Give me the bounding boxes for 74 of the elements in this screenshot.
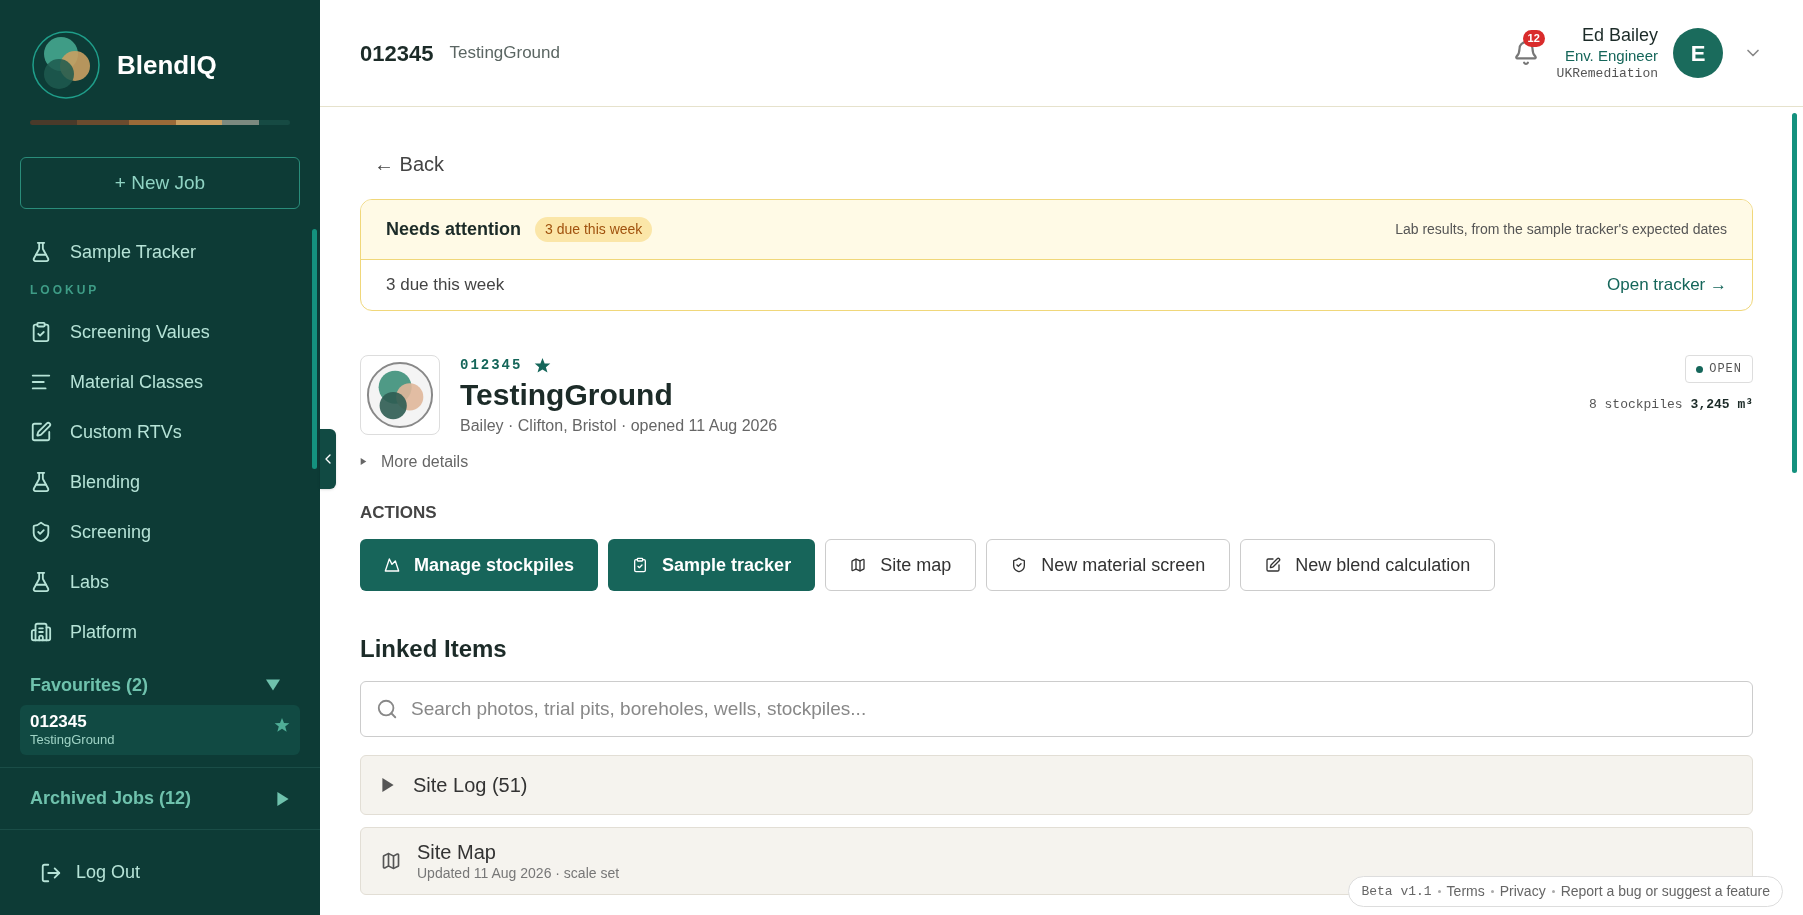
search-field[interactable]: Search photos, trial pits, boreholes, wells, stockpiles...: [360, 681, 1753, 737]
logo-icon: [31, 30, 101, 100]
user-name: Ed Bailey: [1581, 24, 1658, 47]
section-title: Site Log (51): [413, 773, 528, 798]
edit-icon: [1265, 557, 1282, 573]
job-title: TestingGround: [460, 377, 674, 413]
section-subtitle: Updated 11 Aug 2026 · scale set: [417, 864, 620, 883]
nav-item[interactable]: Screening: [0, 507, 290, 557]
logout-icon: [40, 861, 62, 884]
header-job-name: TestingGround: [449, 42, 560, 65]
caret-right-icon[interactable]: [360, 458, 367, 465]
map-icon: [381, 851, 401, 871]
nav-item[interactable]: Sample Tracker: [0, 227, 290, 277]
site-log-section[interactable]: Site Log (51): [360, 755, 1753, 815]
caret-right-icon[interactable]: [276, 791, 290, 806]
nav-item[interactable]: Labs: [0, 557, 290, 607]
flask-icon: [30, 241, 52, 263]
nav-item[interactable]: Screening Values: [0, 307, 290, 357]
back-link[interactable]: ← Back: [374, 149, 445, 179]
job-meta: Bailey · Clifton, Bristol · opened 11 Aug 2026: [460, 415, 778, 436]
favourites-heading: Favourites (2): [30, 673, 149, 697]
action-button[interactable]: Sample tracker: [608, 539, 816, 591]
job-logo-icon: [366, 361, 434, 429]
flask-icon: [30, 471, 52, 493]
collapse-button[interactable]: [320, 429, 336, 489]
caret-right-icon[interactable]: [381, 778, 395, 792]
user-avatar[interactable]: E: [1673, 28, 1723, 78]
job-name: TestingGround: [30, 732, 115, 749]
stockpile-volume: 3,245 m³: [1690, 396, 1753, 414]
search-icon: [376, 698, 398, 720]
attention-note: Lab results, from the sample tracker's expected dates: [1395, 220, 1727, 239]
shield-icon: [1011, 557, 1028, 573]
nav-item[interactable]: Blending: [0, 457, 290, 507]
map-icon: [850, 557, 867, 573]
section-title: Site Map: [417, 839, 497, 865]
shield-icon: [30, 521, 52, 543]
nav-item[interactable]: Material Classes: [0, 357, 290, 407]
clipboard-icon: [632, 557, 649, 573]
star-icon[interactable]: [534, 357, 552, 374]
action-button[interactable]: Manage stockpiles: [360, 539, 599, 591]
job-code: 012345: [460, 356, 523, 375]
due-badge: 3 due this week: [535, 217, 653, 242]
bell-icon[interactable]: [1512, 40, 1539, 66]
section-heading: LOOKUP: [29, 282, 101, 299]
more-details-toggle[interactable]: More details: [381, 449, 469, 474]
favourite-item[interactable]: 012345 TestingGround: [20, 705, 300, 755]
due-summary: 3 due this week: [386, 274, 505, 297]
user-role: Env. Engineer: [1564, 46, 1658, 66]
flask-icon: [30, 571, 52, 593]
mountain-icon: [384, 557, 400, 573]
attention-title: Needs attention: [386, 218, 522, 241]
stockpile-count: 8 stockpiles: [1588, 396, 1683, 414]
new-job-button[interactable]: + New Job: [20, 157, 300, 209]
nav-item[interactable]: Custom RTVs: [0, 407, 290, 457]
action-button[interactable]: Site map: [825, 539, 977, 591]
actions-heading: ACTIONS: [360, 501, 438, 524]
edit-icon: [30, 421, 52, 443]
linked-items-heading: Linked Items: [360, 634, 508, 664]
job-code: 012345: [30, 711, 88, 733]
action-button[interactable]: New blend calculation: [1240, 539, 1496, 591]
logout-link[interactable]: Log Out: [76, 859, 141, 886]
user-org: UKRemediation: [1556, 65, 1658, 82]
caret-down-icon[interactable]: [266, 678, 280, 692]
open-tracker-link[interactable]: Open tracker →: [1607, 272, 1727, 298]
clipboard-icon: [30, 321, 52, 343]
star-icon[interactable]: [274, 717, 290, 733]
action-button[interactable]: New material screen: [986, 539, 1231, 591]
status-badge: OPEN: [1685, 355, 1753, 383]
brand-name: BlendIQ: [117, 48, 217, 82]
notification-badge: 12: [1522, 30, 1545, 47]
building-icon: [30, 621, 52, 643]
nav-item[interactable]: Platform: [0, 607, 290, 657]
archived-heading[interactable]: Archived Jobs (12): [30, 785, 192, 812]
header-job-code: 012345: [360, 39, 434, 68]
